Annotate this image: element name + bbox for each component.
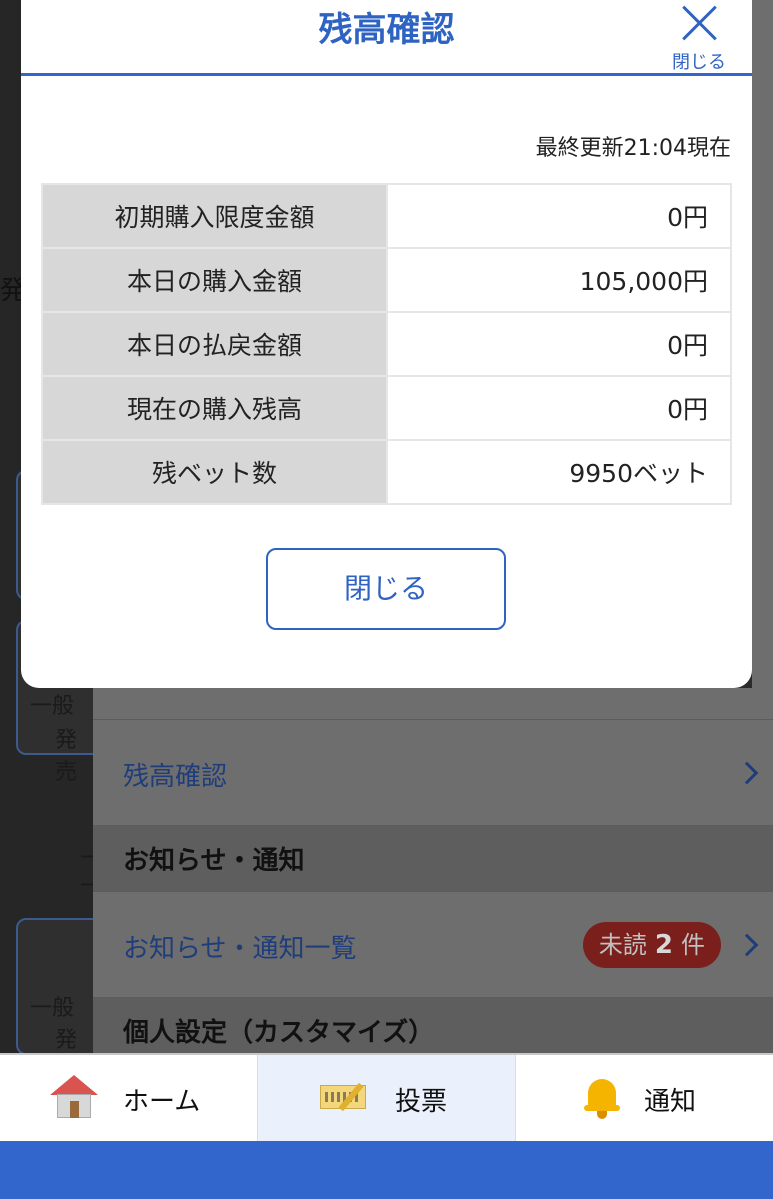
row-label: 残ベット数 — [41, 439, 388, 505]
background-card-label: 一般 — [30, 996, 75, 1021]
row-value: 0円 — [386, 311, 732, 377]
tab-label: 通知 — [644, 1087, 697, 1117]
menu-item-balance[interactable]: 残高確認 — [93, 719, 773, 825]
row-value: 0円 — [386, 375, 732, 441]
row-label: 本日の購入金額 — [41, 247, 388, 313]
table-row: 現在の購入残高 0円 — [41, 375, 732, 441]
bottom-bar — [0, 1141, 773, 1199]
bell-icon — [582, 1075, 622, 1121]
section-header-personal: 個人設定（カスタマイズ） — [93, 997, 773, 1055]
tab-vote[interactable]: 投票 — [258, 1055, 516, 1141]
close-label: 閉じる — [672, 52, 726, 73]
row-value: 0円 — [386, 183, 732, 249]
last-updated: 最終更新21:04現在 — [535, 136, 731, 161]
row-value: 105,000円 — [386, 247, 732, 313]
close-button[interactable]: 閉じる — [666, 0, 732, 73]
menu-item-label: お知らせ・通知一覧 — [123, 934, 357, 964]
balance-modal: 残高確認 閉じる 最終更新21:04現在 初期購入限度金額 0円 本日の購入金額… — [21, 0, 752, 688]
section-header-notice: お知らせ・通知 — [93, 825, 773, 891]
modal-header: 残高確認 閉じる — [21, 0, 752, 76]
table-row: 本日の払戻金額 0円 — [41, 311, 732, 377]
tab-label: 投票 — [395, 1087, 448, 1117]
modal-close-button[interactable]: 閉じる — [266, 548, 506, 630]
chevron-right-icon — [735, 761, 759, 785]
close-icon — [680, 4, 718, 42]
tab-bar: ホーム 投票 通知 — [0, 1053, 773, 1141]
row-value: 9950ベット — [386, 439, 732, 505]
row-label: 初期購入限度金額 — [41, 183, 388, 249]
tab-label: ホーム — [123, 1087, 201, 1117]
table-row: 残ベット数 9950ベット — [41, 439, 732, 505]
table-row: 初期購入限度金額 0円 — [41, 183, 732, 249]
background-menu: 残高確認 お知らせ・通知 お知らせ・通知一覧 未読 2 件 個人設定（カスタマイズ） — [93, 688, 773, 1055]
menu-item-notice-list[interactable]: お知らせ・通知一覧 未読 2 件 — [93, 891, 773, 997]
menu-item-label: 残高確認 — [123, 762, 228, 792]
tab-home[interactable]: ホーム — [0, 1055, 258, 1141]
unread-badge: 未読 2 件 — [582, 922, 721, 968]
background-card-label: 発売 — [55, 728, 78, 785]
chevron-right-icon — [735, 933, 759, 957]
row-label: 本日の払戻金額 — [41, 311, 388, 377]
section-header-label: お知らせ・通知 — [123, 846, 305, 876]
section-header-label: 個人設定（カスタマイズ） — [123, 1018, 435, 1048]
tab-notify[interactable]: 通知 — [516, 1055, 773, 1141]
table-row: 本日の購入金額 105,000円 — [41, 247, 732, 313]
modal-title: 残高確認 — [318, 10, 455, 50]
background-right-strip — [752, 0, 773, 720]
balance-table: 初期購入限度金額 0円 本日の購入金額 105,000円 本日の払戻金額 0円 … — [41, 183, 732, 505]
background-card-label: 一般 — [30, 694, 75, 719]
home-icon — [50, 1075, 98, 1119]
ballot-icon — [320, 1081, 372, 1113]
row-label: 現在の購入残高 — [41, 375, 388, 441]
